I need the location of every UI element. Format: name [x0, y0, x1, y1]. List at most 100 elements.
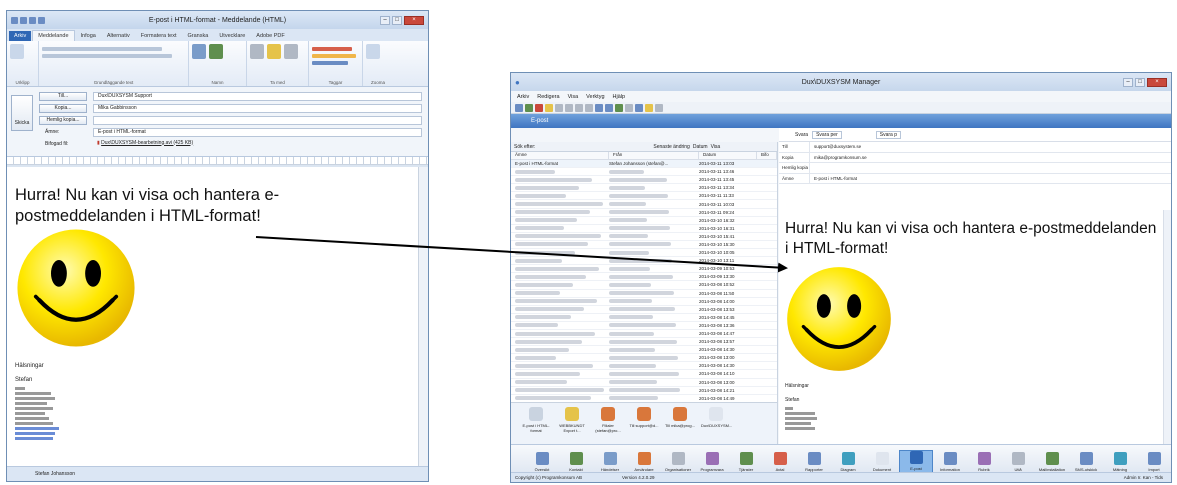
table-row[interactable]: 2014-03-10 16:32 [511, 217, 777, 225]
print-icon[interactable] [555, 103, 563, 112]
address-book-icon[interactable] [192, 44, 206, 59]
table-row[interactable]: 2014-03-10 15:30 [511, 241, 777, 250]
table-row[interactable]: 2014-03-10 16:31 [511, 225, 777, 233]
nav-avtal[interactable]: Avtal [763, 452, 797, 474]
nav-rubrik[interactable]: Rubrik [967, 452, 1001, 474]
paste-icon[interactable] [10, 44, 24, 59]
zoom-icon[interactable] [366, 44, 380, 59]
table-row[interactable]: 2014-03-08 13:57 [511, 338, 777, 347]
detail-cc-value[interactable]: mika@programkonsum.se [809, 152, 1171, 162]
tab-utvecklare[interactable]: Utvecklare [214, 31, 250, 41]
shortcut-email[interactable]: E-post i HTML-format [521, 407, 551, 440]
signature-icon[interactable] [284, 44, 298, 59]
attach-item-icon[interactable] [267, 44, 281, 59]
attach-file-icon[interactable] [250, 44, 264, 59]
minimize-icon[interactable]: – [1123, 77, 1133, 87]
maximize-icon[interactable]: □ [392, 15, 402, 25]
copy-icon[interactable] [575, 103, 583, 112]
compose-body[interactable]: Hurra! Nu kan vi visa och hantera e-post… [7, 167, 418, 466]
search-icon[interactable] [625, 103, 633, 112]
detail-subject-value[interactable]: E-post i HTML-format [809, 173, 1171, 183]
table-row[interactable]: 2014-03-11 13:34 [511, 184, 777, 193]
cut-icon[interactable] [565, 103, 573, 112]
column-from[interactable]: Från [609, 152, 699, 159]
nav-mailinstallation[interactable]: Mailinstallation [1035, 452, 1069, 474]
table-row[interactable]: 2014-03-08 14:00 [511, 298, 777, 306]
paste-icon[interactable] [585, 103, 593, 112]
table-row[interactable]: 2014-03-11 09:24 [511, 209, 777, 217]
nav-organisationer[interactable]: Organisationer [661, 452, 695, 474]
delete-icon[interactable] [535, 103, 543, 112]
table-row[interactable]: 2014-03-08 13:00 [511, 354, 777, 363]
to-button[interactable]: Till... [39, 91, 87, 101]
low-importance-icon[interactable] [312, 61, 348, 65]
tab-infoga[interactable]: Infoga [76, 31, 101, 41]
close-icon[interactable]: × [1147, 77, 1167, 87]
tab-arkiv[interactable]: Arkiv [9, 31, 32, 41]
bcc-field[interactable] [93, 115, 422, 125]
table-row[interactable]: 2014-03-11 13:45 [511, 176, 777, 185]
detail-to-value[interactable]: support@duxsystem.se [809, 142, 1171, 152]
date-button[interactable]: Datum [693, 144, 708, 150]
nav-diagram[interactable]: Diagram [831, 452, 865, 474]
table-row[interactable]: 2014-03-09 10:53 [511, 265, 777, 274]
table-row[interactable]: 2014-03-08 13:00 [511, 379, 777, 387]
check-names-icon[interactable] [209, 44, 223, 59]
star-icon[interactable] [645, 103, 653, 112]
redo-icon[interactable] [605, 103, 613, 112]
nav--versikt[interactable]: Översikt [525, 452, 559, 474]
window-controls[interactable]: – □ × [380, 15, 424, 25]
reply-select[interactable]: Svara per [812, 130, 842, 139]
table-row-selected[interactable]: E-post i HTML-format Stefan Johansson (s… [511, 160, 777, 169]
nav-m-tning[interactable]: Mätning [1103, 452, 1137, 474]
forward-select[interactable]: Svara p [875, 130, 901, 139]
detail-scrollbar[interactable] [1163, 210, 1171, 444]
compose-scrollbar[interactable] [418, 167, 428, 466]
undo-icon[interactable] [595, 103, 603, 112]
column-date[interactable]: Datum [699, 152, 757, 159]
maximize-icon[interactable]: □ [1135, 77, 1145, 87]
folder-icon[interactable] [545, 103, 553, 112]
nav-tj-nster[interactable]: Tjänster [729, 452, 763, 474]
table-row[interactable]: 2014-03-11 13:46 [511, 168, 777, 177]
close-icon[interactable]: × [404, 15, 424, 25]
sort-select[interactable]: Senaste ändring [653, 144, 689, 150]
filter-icon[interactable] [635, 103, 643, 112]
nav-programvara[interactable]: Programvara [695, 452, 729, 474]
minimize-icon[interactable]: – [380, 15, 390, 25]
refresh-icon[interactable] [615, 103, 623, 112]
tab-meddelande[interactable]: Meddelande [32, 30, 75, 41]
shortcut-mika[interactable]: Till mika@prog... [665, 407, 695, 440]
settings-icon[interactable] [655, 103, 663, 112]
menu-visa[interactable]: Visa [568, 94, 579, 100]
cc-field[interactable]: Mika Gabbinsson [93, 103, 422, 113]
shortcut-export[interactable]: WEBBKUNDT Export t... [557, 407, 587, 440]
nav-anv-ndare[interactable]: Användare [627, 452, 661, 474]
column-attachment[interactable]: Bifo [757, 152, 777, 159]
tab-granska[interactable]: Granska [183, 31, 214, 41]
table-row[interactable]: 2014-03-10 13:11 [511, 257, 777, 266]
nav-kontakt[interactable]: Kontakt [559, 452, 593, 474]
nav-import[interactable]: Import [1137, 452, 1171, 474]
subject-field[interactable]: E-post i HTML-format [93, 127, 422, 137]
nav-e-post[interactable]: E-post [899, 450, 933, 474]
table-row[interactable]: 2014-03-08 14:10 [511, 370, 777, 379]
table-row[interactable]: 2014-03-08 14:45 [511, 314, 777, 322]
shortcut-document[interactable]: Dux\DUXSYSM... [701, 407, 732, 440]
table-row[interactable]: 2014-03-09 13:30 [511, 273, 777, 282]
bcc-button[interactable]: Hemlig kopia... [39, 115, 87, 125]
nav-h-ndelser[interactable]: Händelser [593, 452, 627, 474]
attachment-file[interactable]: ▮ Dux\DUXSYSM-bearbetning.avi (425 KB) [93, 140, 422, 149]
detail-bcc-value[interactable] [809, 163, 1171, 173]
shortcut-filialer[interactable]: Filialer (stefan@pro... [593, 407, 623, 440]
send-button[interactable]: Skicka [11, 95, 33, 131]
nav-rapporter[interactable]: Rapporter [797, 452, 831, 474]
column-subject[interactable]: Ämne [511, 152, 609, 159]
table-row[interactable]: 2014-03-08 14:21 [511, 387, 777, 395]
table-row[interactable]: 2014-03-08 11:50 [511, 290, 777, 298]
menu-redigera[interactable]: Redigera [537, 94, 559, 100]
table-row[interactable]: 2014-03-10 15:41 [511, 233, 777, 241]
high-importance-icon[interactable] [312, 54, 356, 58]
table-row[interactable]: 2014-03-08 13:36 [511, 322, 777, 330]
table-row[interactable]: 2014-03-08 10:52 [511, 281, 777, 290]
